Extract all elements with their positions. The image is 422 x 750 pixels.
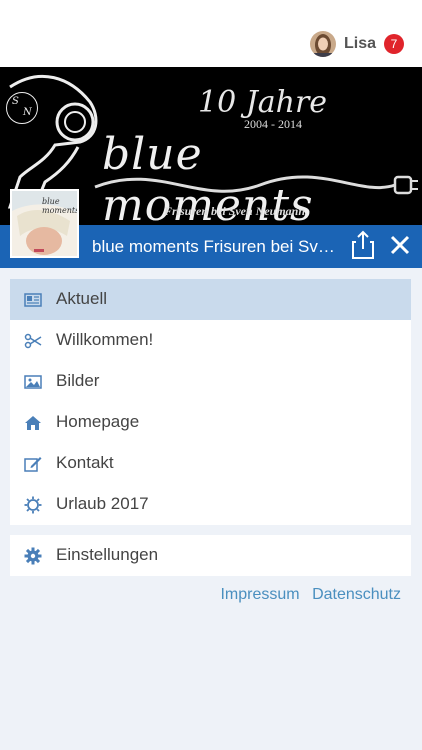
menu-item-settings[interactable]: Einstellungen [10,535,411,576]
top-bar: Lisa 7 [0,0,422,67]
banner-subtitle: Frisuren bei Sven Neumann [164,204,306,218]
scissors-icon [24,333,42,349]
gear-icon [24,547,42,565]
thumbnail-brand: blue moments [42,197,79,215]
menu-item-kontakt[interactable]: Kontakt [10,443,411,484]
close-button[interactable] [388,233,412,257]
sun-icon [24,496,42,514]
menu-item-label: Bilder [56,371,100,390]
menu-item-label: Kontakt [56,453,114,472]
settings-label: Einstellungen [56,545,159,564]
share-button[interactable] [350,230,376,260]
user-name[interactable]: Lisa [344,35,376,53]
home-icon [25,416,41,430]
footer-links: Impressum Datenschutz [212,586,401,604]
notification-badge[interactable]: 7 [384,34,404,54]
close-icon [390,235,410,255]
banner-headline: 10 Jahre [198,85,328,120]
impressum-link[interactable]: Impressum [220,586,299,603]
navigation-menu: Aktuell Willkommen! Bilder Homepage Kont… [10,279,411,525]
datenschutz-link[interactable]: Datenschutz [312,586,401,603]
menu-item-aktuell[interactable]: Aktuell [10,279,411,320]
menu-item-bilder[interactable]: Bilder [10,361,411,402]
menu-item-label: Willkommen! [56,330,154,349]
page-title: blue moments Frisuren bei Sven Neumann [92,237,340,256]
menu-item-urlaub[interactable]: Urlaub 2017 [10,484,411,525]
newspaper-icon [24,293,42,307]
page-thumbnail: blue moments [10,189,79,258]
menu-item-label: Urlaub 2017 [56,494,149,513]
menu-item-homepage[interactable]: Homepage [10,402,411,443]
image-icon [24,375,42,389]
monogram-logo: S N [6,92,38,124]
edit-icon [24,457,42,472]
menu-item-label: Aktuell [56,289,108,308]
avatar[interactable] [309,31,336,57]
menu-item-label: Homepage [56,412,140,431]
user-profile[interactable]: Lisa 7 [309,30,404,58]
menu-item-willkommen[interactable]: Willkommen! [10,320,411,361]
share-icon [352,230,374,259]
